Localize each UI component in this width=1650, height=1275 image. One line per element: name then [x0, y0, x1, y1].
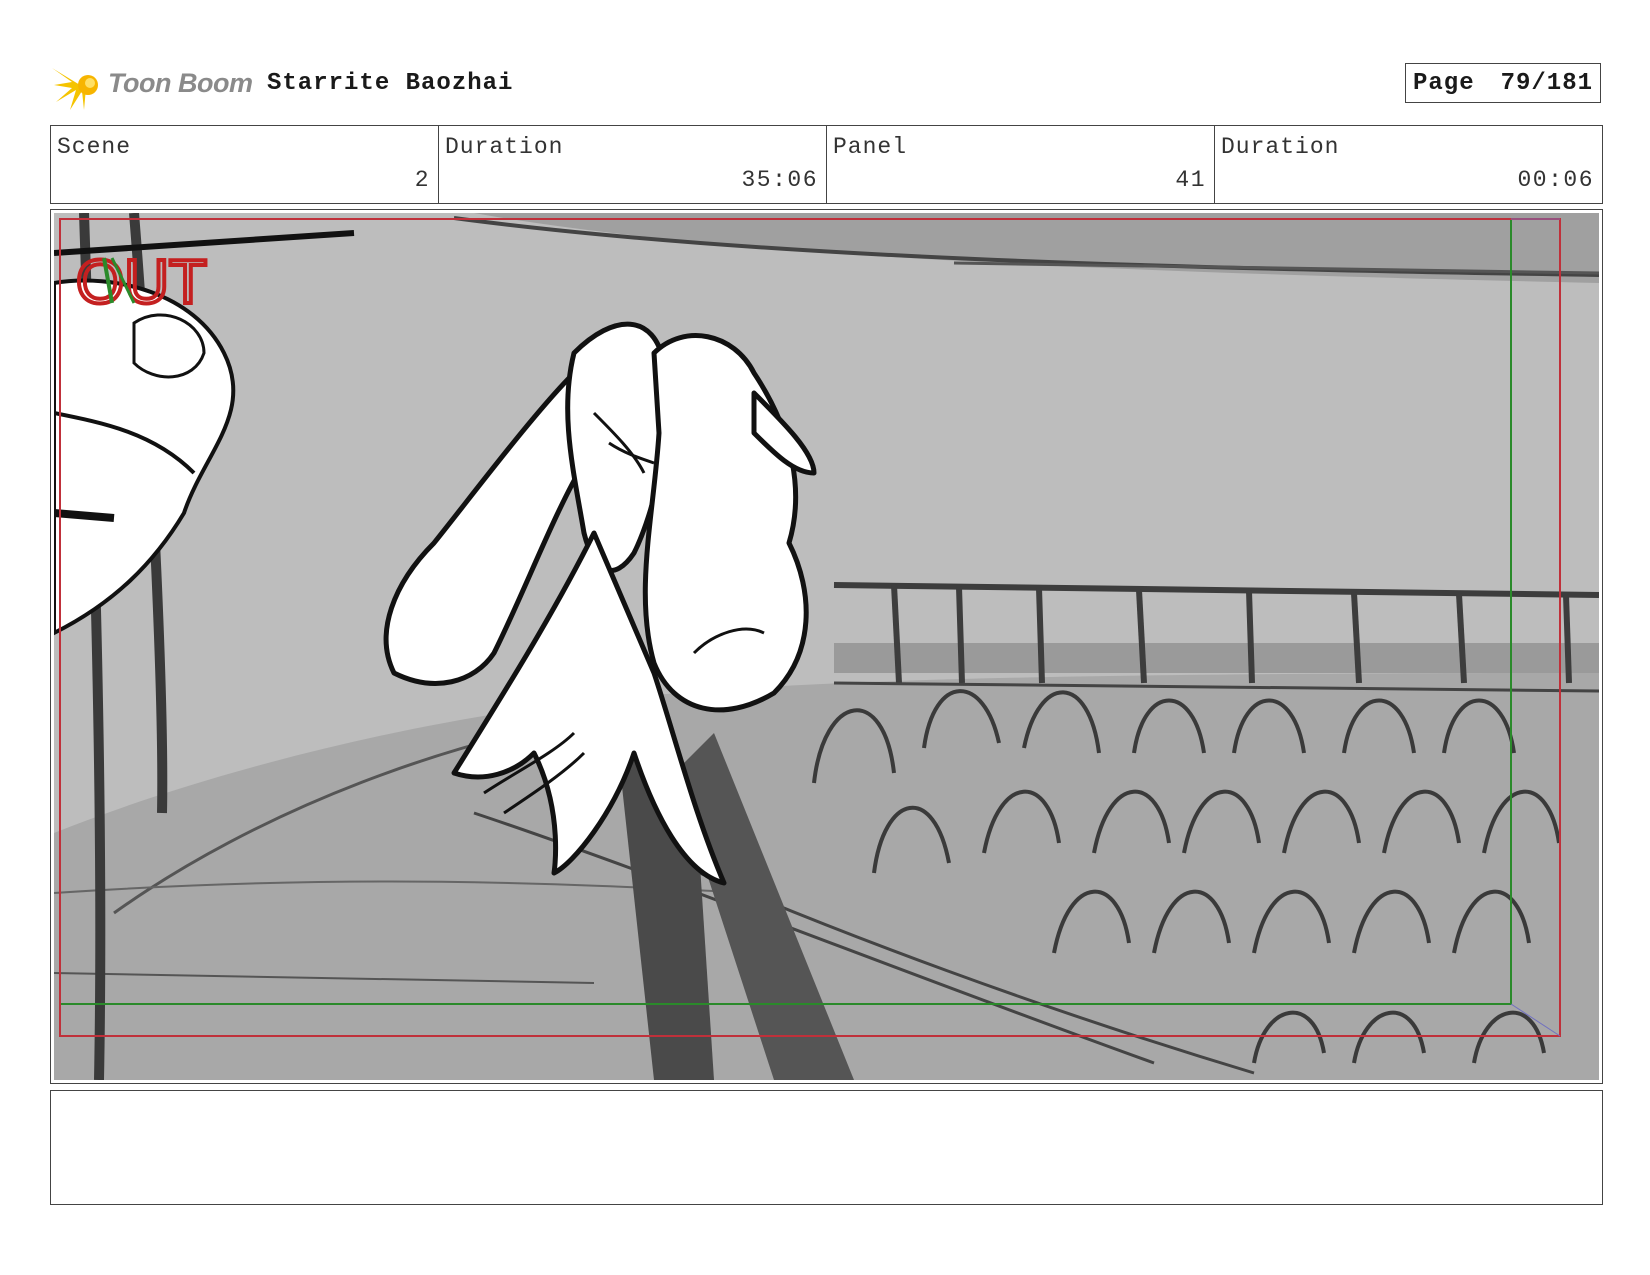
page-number: 79/181 [1500, 70, 1593, 97]
panel-sketch: OUT [54, 213, 1599, 1080]
scene-value: 2 [414, 167, 430, 193]
scene-duration-value: 35:06 [741, 167, 818, 193]
panel-duration-label: Duration [1221, 134, 1340, 160]
panel-label: Panel [833, 134, 908, 160]
panel-notes-box [50, 1090, 1603, 1205]
toon-boom-logo: Toon Boom [52, 58, 253, 112]
page-label: Page [1413, 70, 1475, 97]
starburst-icon [52, 68, 98, 110]
panel-duration-value: 00:06 [1517, 167, 1594, 193]
scene-label: Scene [57, 134, 132, 160]
page-indicator: Page 79/181 [1405, 63, 1601, 103]
scene-cell: Scene 2 [51, 126, 439, 203]
panel-cell: Panel 41 [827, 126, 1215, 203]
out-marker: OUT [76, 248, 207, 317]
scene-duration-label: Duration [445, 134, 564, 160]
panel-value: 41 [1175, 167, 1206, 193]
scene-info-table: Scene 2 Duration 35:06 Panel 41 Duration… [50, 125, 1603, 204]
storyboard-panel: OUT [50, 209, 1603, 1084]
scene-duration-cell: Duration 35:06 [439, 126, 827, 203]
logo-wordmark: Toon Boom [108, 68, 253, 98]
project-title: Starrite Baozhai [267, 70, 514, 97]
panel-duration-cell: Duration 00:06 [1215, 126, 1602, 203]
